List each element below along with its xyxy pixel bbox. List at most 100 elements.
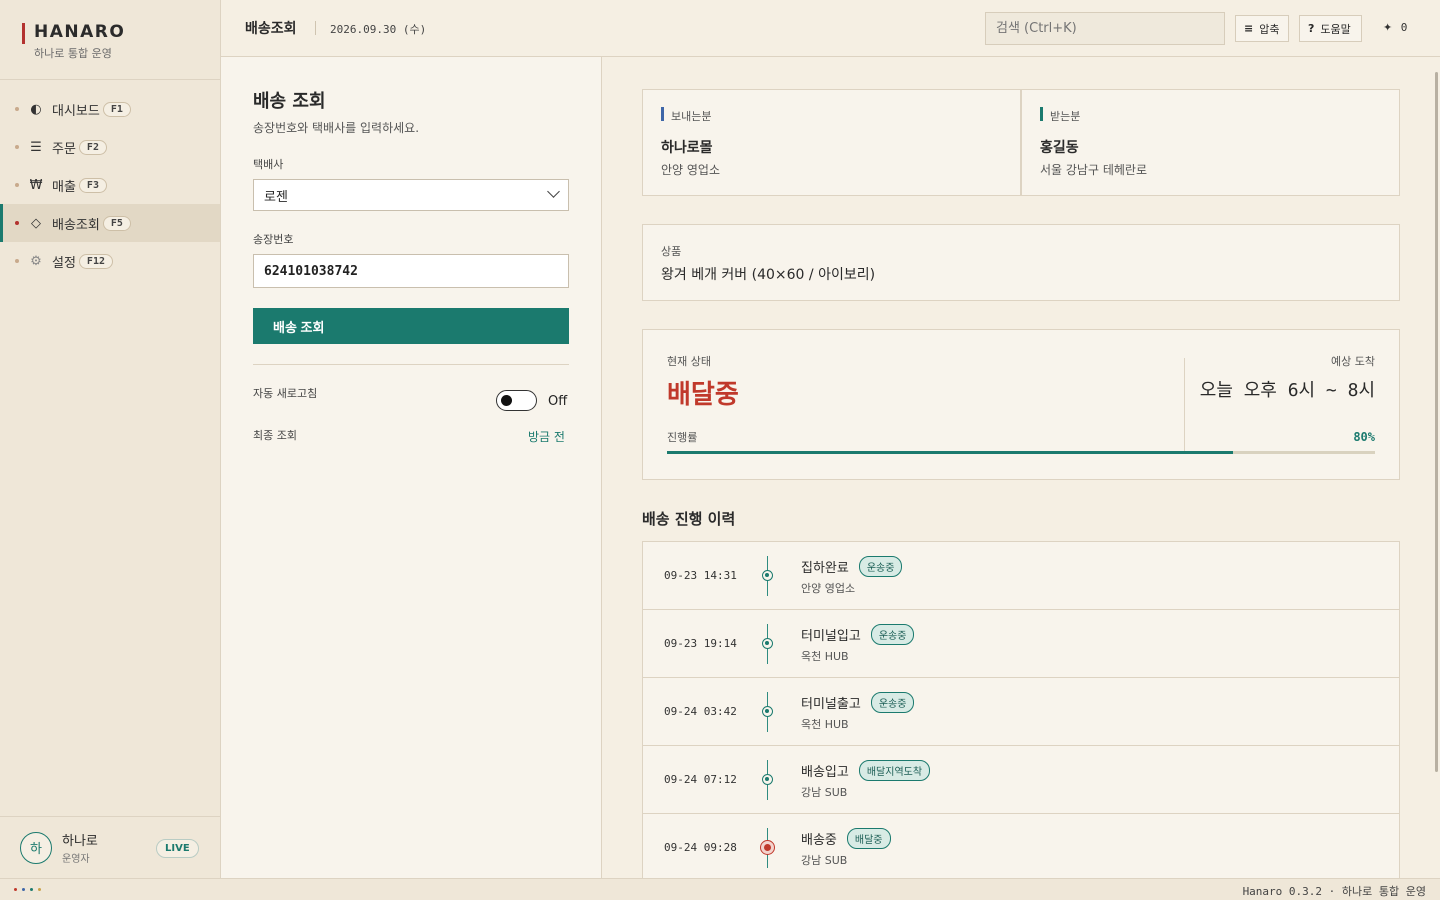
eta-label: 예상 도착 xyxy=(1331,355,1375,368)
history-time: 09-23 19:14 xyxy=(664,637,737,650)
shortcut-key: F2 xyxy=(78,139,107,155)
shortcut-key: F5 xyxy=(102,215,131,231)
eta-value: 오늘 오후 6시 ~ 8시 xyxy=(1199,380,1375,401)
status-dot xyxy=(38,888,41,891)
notification-count: 0 xyxy=(1400,21,1408,34)
form-description: 송장번호와 택배사를 입력하세요. xyxy=(253,121,420,135)
timeline-dot-icon xyxy=(760,840,775,855)
compress-label: 압축 xyxy=(1259,22,1280,36)
sender-name: 하나로몰 xyxy=(661,140,713,156)
tracking-label: 송장번호 xyxy=(253,233,294,246)
history-event-label: 터미널출고 xyxy=(801,697,861,712)
receiver-label: 받는분 xyxy=(1040,107,1080,124)
history-event: 터미널입고 운송중 xyxy=(801,624,915,645)
sidebar-item-label: 설정 xyxy=(52,255,76,271)
auto-refresh-toggle[interactable] xyxy=(496,390,537,411)
history-status-tag: 배달중 xyxy=(846,828,891,849)
sidebar-item-settings[interactable]: ⚙ 설정 F12 xyxy=(0,242,220,280)
history-event-label: 집하완료 xyxy=(801,561,849,576)
tracking-number-input[interactable] xyxy=(253,254,569,288)
brand-accent-bar xyxy=(22,23,25,44)
history-row: 09-24 03:42 터미널출고 운송중옥천 HUB xyxy=(643,678,1399,746)
history-time: 09-23 14:31 xyxy=(664,569,737,582)
history-location: 강남 SUB xyxy=(801,854,848,867)
list-icon: ☰ xyxy=(30,139,42,155)
history-event: 터미널출고 운송중 xyxy=(801,692,915,713)
history-list: 09-23 14:31 집하완료 운송중 안양 영업소 09-23 19:14 터미널입고… xyxy=(642,541,1400,878)
history-status-tag: 운송중 xyxy=(870,692,915,713)
history-row: 09-24 09:28 배송중 배달중강남 SUB xyxy=(643,814,1399,878)
status-bar: Hanaro 0.3.2 · 하나로 통합 운영 xyxy=(0,878,1440,900)
sender-address: 안양 영업소 xyxy=(661,163,721,177)
sidebar-item-orders[interactable]: ☰ 주문 F2 xyxy=(0,128,220,166)
help-icon: ? xyxy=(1308,22,1315,35)
sidebar-item-sales[interactable]: ₩ 매출 F3 xyxy=(0,166,220,204)
progress-percent: 80% xyxy=(1353,430,1375,444)
history-event: 배송중 배달중 xyxy=(801,828,891,849)
history-location: 옥천 HUB xyxy=(801,718,849,731)
sidebar-nav: ◐ 대시보드 F1 ☰ 주문 F2 ₩ 매출 F3 ◇ 배송조회 F5 ⚙ 설정… xyxy=(0,80,220,280)
nav-dot xyxy=(15,259,19,263)
sidebar: HANARO 하나로 통합 운영 ◐ 대시보드 F1 ☰ 주문 F2 ₩ 매출 … xyxy=(0,0,221,878)
status-value: 배달중 xyxy=(667,380,739,410)
nav-dot xyxy=(15,183,19,187)
sidebar-item-label: 주문 xyxy=(52,141,76,157)
history-event-label: 배송중 xyxy=(801,833,837,848)
shortcut-key: F1 xyxy=(102,101,131,117)
avatar: 하 xyxy=(20,831,52,864)
status-divider xyxy=(1184,358,1185,452)
progress-bar xyxy=(667,451,1375,454)
divider xyxy=(253,364,569,365)
timeline-dot-icon xyxy=(762,638,773,649)
tracking-form-panel: 배송 조회 송장번호와 택배사를 입력하세요. 택배사 로젠 송장번호 배송 조… xyxy=(221,57,602,878)
sidebar-item-label: 배송조회 xyxy=(52,217,100,233)
progress-fill xyxy=(667,451,1234,454)
status-badge: LIVE xyxy=(156,839,199,858)
brand: HANARO 하나로 통합 운영 xyxy=(0,0,220,80)
history-event: 집하완료 운송중 xyxy=(801,556,903,577)
notification-counter[interactable]: ✦ 0 xyxy=(1383,21,1407,34)
last-query-label: 최종 조회 xyxy=(253,429,297,442)
scrollbar[interactable] xyxy=(1435,72,1438,772)
receiver-name: 홍길동 xyxy=(1040,140,1079,156)
user-profile[interactable]: 하 하나로 운영자 LIVE xyxy=(0,816,220,878)
track-button[interactable]: 배송 조회 xyxy=(253,308,569,344)
sidebar-item-tracking[interactable]: ◇ 배송조회 F5 xyxy=(0,204,220,242)
status-card: 현재 상태 배달중 예상 도착 오늘 오후 6시 ~ 8시 진행률 80% xyxy=(642,329,1400,480)
brand-name: HANARO xyxy=(34,22,126,42)
product-name: 왕겨 베개 커버 (40×60 / 아이보리) xyxy=(661,267,876,283)
history-location: 강남 SUB xyxy=(801,786,848,799)
status-dot xyxy=(14,888,17,891)
product-label: 상품 xyxy=(661,245,682,258)
nav-dot xyxy=(15,145,19,149)
history-time: 09-24 03:42 xyxy=(664,705,737,718)
history-title: 배송 진행 이력 xyxy=(642,510,736,528)
spark-icon: ✦ xyxy=(1383,21,1393,34)
history-status-tag: 운송중 xyxy=(858,556,903,577)
history-location: 안양 영업소 xyxy=(801,582,856,595)
user-name: 하나로 xyxy=(62,834,98,849)
title-divider xyxy=(315,21,316,35)
page-date: 2026.09.30 (수) xyxy=(330,23,427,36)
gear-icon: ⚙ xyxy=(30,253,42,269)
history-time: 09-24 09:28 xyxy=(664,841,737,854)
history-status-tag: 배달지역도착 xyxy=(858,760,931,781)
history-event-label: 터미널입고 xyxy=(801,629,861,644)
form-title: 배송 조회 xyxy=(253,91,326,112)
timeline-dot-icon xyxy=(762,706,773,717)
product-card: 상품 왕겨 베개 커버 (40×60 / 아이보리) xyxy=(642,224,1400,301)
page-title: 배송조회 xyxy=(245,21,297,37)
compress-button[interactable]: ≡ 압축 xyxy=(1235,15,1289,42)
carrier-select[interactable]: 로젠 xyxy=(253,179,569,211)
help-button[interactable]: ? 도움말 xyxy=(1299,15,1362,42)
sidebar-item-dashboard[interactable]: ◐ 대시보드 F1 xyxy=(0,90,220,128)
diamond-icon: ◇ xyxy=(31,215,41,231)
timeline-dot-icon xyxy=(762,570,773,581)
auto-refresh-label: 자동 새로고침 xyxy=(253,387,318,400)
sidebar-item-label: 매출 xyxy=(52,179,76,195)
nav-dot xyxy=(15,107,19,111)
receiver-address: 서울 강남구 테헤란로 xyxy=(1040,163,1147,177)
search-input[interactable] xyxy=(985,12,1225,45)
last-query-value: 방금 전 xyxy=(528,430,565,444)
user-info: 하나로 운영자 xyxy=(62,830,98,865)
